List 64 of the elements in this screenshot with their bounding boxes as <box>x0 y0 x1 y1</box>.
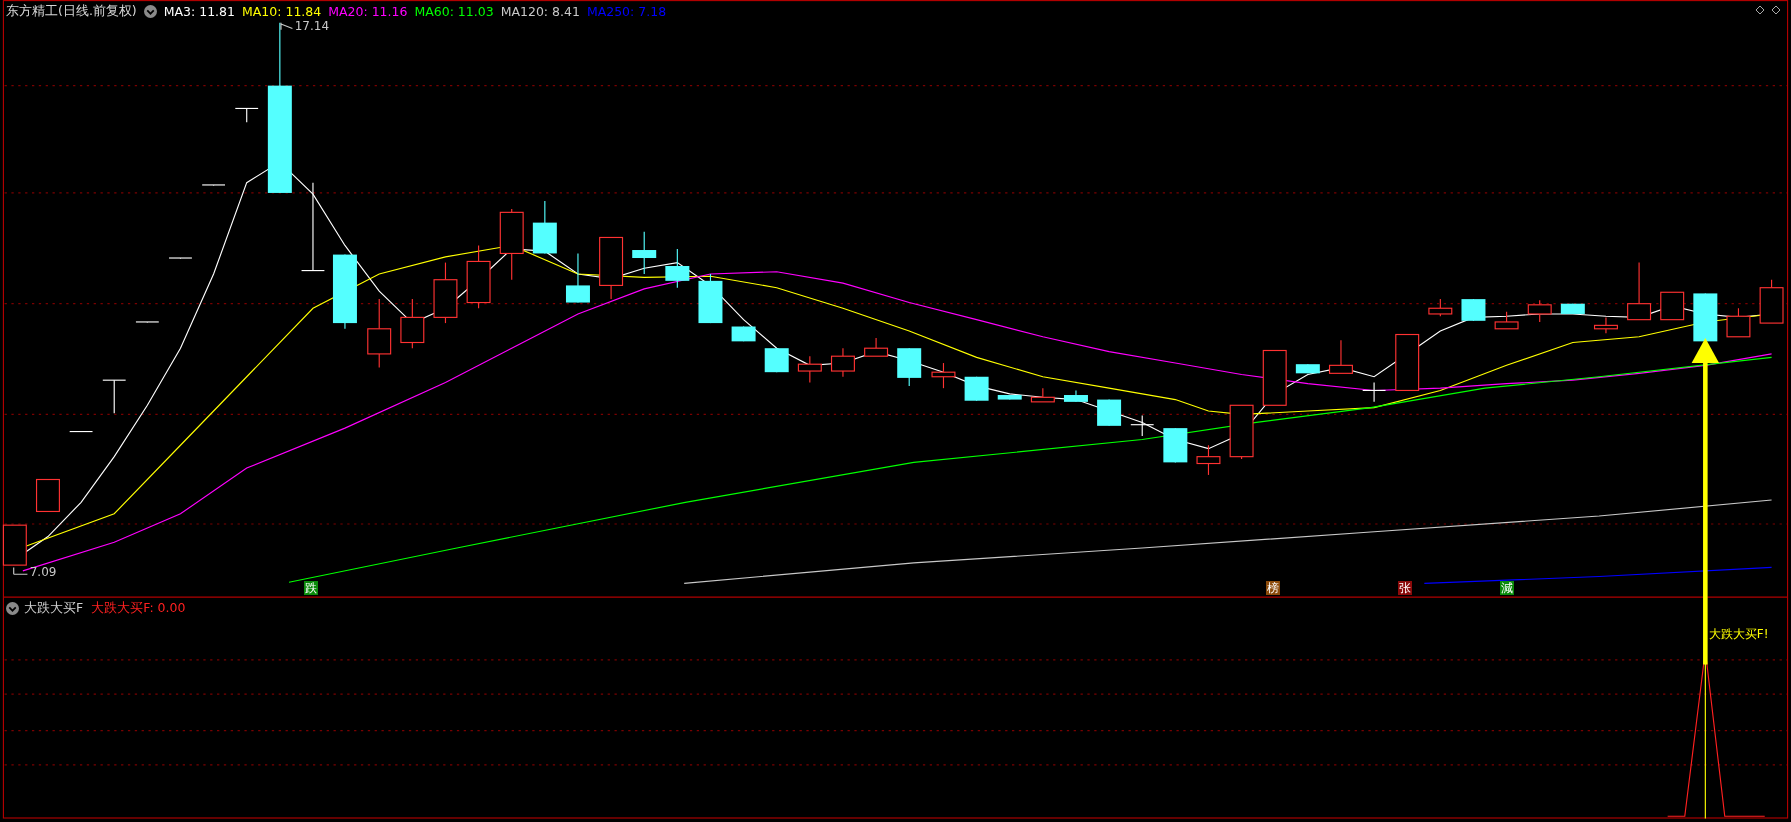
rising-candle <box>1494 311 1519 330</box>
rising-candle <box>830 347 855 378</box>
doji-candle <box>201 184 226 187</box>
rising-candle <box>433 262 458 324</box>
rising-candle <box>1627 262 1652 321</box>
doji-candle <box>135 321 160 324</box>
high-pointer-icon <box>280 22 293 31</box>
doji-candle <box>168 257 193 260</box>
falling-candle <box>1097 399 1122 427</box>
high-price-label: 17.14 <box>294 19 330 34</box>
rising-candle <box>1030 387 1055 403</box>
ma-value: MA20: 11.16 <box>328 4 408 19</box>
rising-candle <box>1229 404 1254 460</box>
rising-candle <box>36 478 60 513</box>
falling-candle <box>1560 303 1585 315</box>
falling-candle <box>1295 363 1320 374</box>
doji-candle <box>102 379 127 414</box>
ma-value: MA60: 11.03 <box>414 4 494 19</box>
chart-title: 东方精工(日线.前复权) <box>6 3 137 20</box>
falling-candle <box>1693 292 1718 342</box>
dropdown-icon[interactable] <box>6 602 19 615</box>
rising-candle <box>931 362 956 389</box>
falling-candle <box>1064 389 1088 403</box>
rising-candle <box>1428 298 1453 317</box>
rising-candle <box>599 236 624 300</box>
low-pointer-icon <box>13 566 28 575</box>
falling-candle <box>565 252 590 304</box>
rising-candle <box>1759 279 1784 324</box>
rising-candle <box>797 355 822 384</box>
rising-candle <box>1395 333 1420 391</box>
dropdown-icon[interactable] <box>143 5 157 18</box>
rising-candle <box>400 298 425 349</box>
rising-candle <box>864 337 889 357</box>
falling-candle <box>1163 427 1188 463</box>
rising-candle <box>367 298 392 369</box>
rising-candle <box>466 244 491 309</box>
doji-candle <box>234 107 259 123</box>
signal-text: 大跌大买F! <box>1708 625 1769 643</box>
ma-value: MA3: 11.81 <box>163 4 235 19</box>
ma-value: MA250: 7.18 <box>586 4 667 19</box>
indicator-name: 大跌大买F <box>24 600 84 617</box>
rising-candle <box>2 524 27 566</box>
rising-candle <box>1328 339 1353 374</box>
rising-candle <box>1196 444 1221 476</box>
falling-candle <box>897 347 922 387</box>
indicator-value: 大跌大买F: 0.00 <box>91 600 186 617</box>
rising-candle <box>1660 291 1685 321</box>
low-price-label: 7.09 <box>29 565 57 580</box>
rising-candle <box>1262 349 1287 406</box>
doji-candle <box>1362 381 1387 403</box>
ma-value: MA10: 11.84 <box>242 4 322 19</box>
falling-candle <box>997 394 1022 401</box>
rising-candle <box>1527 299 1552 323</box>
falling-candle <box>764 347 789 373</box>
ma-value: MA120: 8.41 <box>500 4 580 19</box>
falling-candle <box>1461 298 1486 322</box>
signal-tag: 张 <box>1398 581 1413 596</box>
falling-candle <box>665 248 690 289</box>
rising-candle <box>1726 307 1751 338</box>
falling-candle <box>698 273 723 324</box>
falling-candle <box>532 200 557 254</box>
rising-candle <box>1593 316 1618 334</box>
doji-candle <box>1130 415 1155 437</box>
falling-candle <box>632 231 657 275</box>
